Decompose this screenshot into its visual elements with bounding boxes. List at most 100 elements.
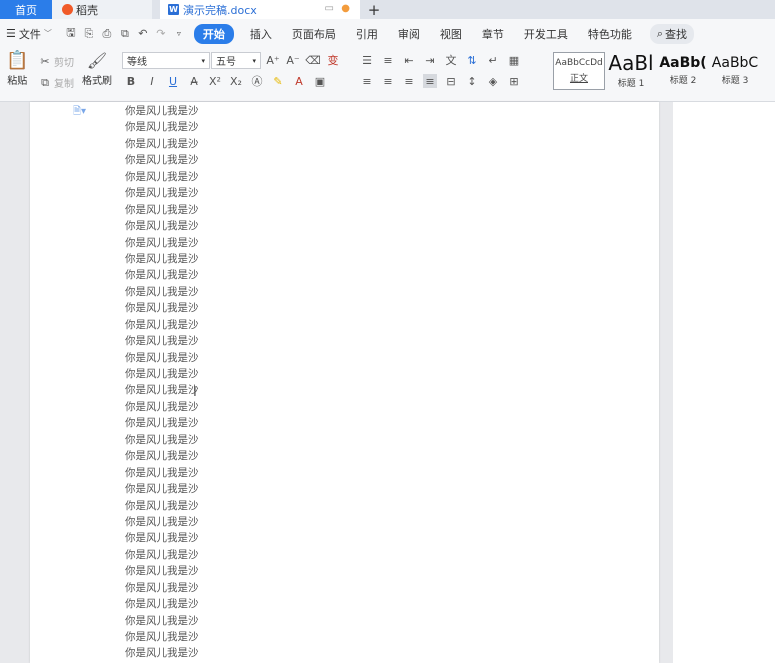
menu-item-page-layout[interactable]: 页面布局 xyxy=(282,26,346,42)
align-right-icon[interactable]: ≡ xyxy=(402,74,416,88)
highlight-icon[interactable]: ✎ xyxy=(271,74,285,88)
menu-item-view[interactable]: 视图 xyxy=(430,26,472,42)
paste-icon: 📋 xyxy=(6,50,29,71)
grow-font-icon[interactable]: A⁺ xyxy=(266,53,280,67)
bullet-list-icon[interactable]: ☰ xyxy=(360,53,374,67)
new-tab-button[interactable]: + xyxy=(360,0,388,19)
style-label: 正文 xyxy=(569,73,588,84)
print-preview-icon[interactable]: ⧉ xyxy=(118,27,132,41)
paste-button[interactable]: 📋 粘贴 xyxy=(6,50,29,88)
document-text[interactable]: 你是风儿我是沙 你是风儿我是沙 你是风儿我是沙 你是风儿我是沙 你是风儿我是沙 你是风儿我… xyxy=(125,103,199,662)
char-border-icon[interactable]: ▣ xyxy=(313,74,327,88)
document-line: 你是风儿我是沙 xyxy=(125,565,199,578)
decrease-indent-icon[interactable]: ⇤ xyxy=(402,53,416,67)
tab-document[interactable]: W 演示完稿.docx ▭ ● xyxy=(160,0,360,19)
italic-icon[interactable]: I xyxy=(145,74,159,88)
style-label: 标题 3 xyxy=(721,76,749,86)
style-label: 标题 2 xyxy=(669,76,697,86)
print-icon[interactable]: ⎙ xyxy=(100,27,114,41)
style-normal[interactable]: AaBbCcDd 正文 xyxy=(553,52,605,90)
align-left-icon[interactable]: ≡ xyxy=(360,74,374,88)
font-color-icon[interactable]: A xyxy=(292,74,306,88)
clear-format-icon[interactable]: ⌫ xyxy=(305,53,321,67)
document-line: 你是风儿我是沙 xyxy=(125,302,199,315)
screen-icon[interactable]: ▭ xyxy=(325,3,334,14)
bold-icon[interactable]: B xyxy=(124,74,138,88)
menu-item-features[interactable]: 特色功能 xyxy=(578,26,642,42)
menu-item-review[interactable]: 审阅 xyxy=(388,26,430,42)
file-menu[interactable]: ☰ 文件 ﹀ xyxy=(6,26,52,42)
phonetic-icon[interactable]: 变 xyxy=(326,53,340,67)
cut-label: 剪切 xyxy=(54,58,74,69)
document-line: 你是风儿我是沙 xyxy=(125,121,199,134)
font-name-value: 等线 xyxy=(127,57,147,68)
menu-item-insert[interactable]: 插入 xyxy=(240,26,282,42)
align-justify-icon[interactable]: ≡ xyxy=(423,74,437,88)
undo-icon[interactable]: ↶ xyxy=(136,27,150,41)
menu-item-developer[interactable]: 开发工具 xyxy=(514,26,578,42)
output-pdf-icon[interactable]: ⎘ xyxy=(82,27,96,41)
document-line: 你是风儿我是沙 xyxy=(125,269,199,282)
style-heading-1[interactable]: AaBl 标题 1 xyxy=(605,52,657,90)
increase-indent-icon[interactable]: ⇥ xyxy=(423,53,437,67)
paste-label: 粘贴 xyxy=(7,76,28,87)
menu-item-section[interactable]: 章节 xyxy=(472,26,514,42)
superscript-icon[interactable]: X² xyxy=(208,74,222,88)
numbered-list-icon[interactable]: ≡ xyxy=(381,53,395,67)
menu-item-references[interactable]: 引用 xyxy=(346,26,388,42)
menu-item-start[interactable]: 开始 xyxy=(193,23,234,44)
style-preview: AaBbC xyxy=(711,55,759,71)
strikethrough-icon[interactable]: A̶ xyxy=(187,74,201,88)
word-doc-icon: W xyxy=(168,4,179,15)
tab-daoke[interactable]: 稻壳 xyxy=(52,0,152,19)
style-heading-3[interactable]: AaBbC 标题 3 xyxy=(709,52,761,90)
paragraph-layout-icon[interactable]: 🗎▾ xyxy=(73,104,86,121)
tab-bar: 首页 稻壳 W 演示完稿.docx ▭ ● + xyxy=(0,0,775,19)
shading-icon[interactable]: ◈ xyxy=(486,74,500,88)
document-line: 你是风儿我是沙 xyxy=(125,433,199,446)
font-size-value: 五号 xyxy=(216,57,236,68)
font-name-select[interactable]: 等线 ▾ xyxy=(122,52,210,69)
search-icon: ⌕ xyxy=(656,26,664,40)
document-line: 你是风儿我是沙 xyxy=(125,203,199,216)
document-line: 你是风儿我是沙 xyxy=(125,581,199,594)
font-size-select[interactable]: 五号 ▾ xyxy=(211,52,261,69)
tab-home[interactable]: 首页 xyxy=(0,0,52,19)
distributed-icon[interactable]: ⊟ xyxy=(444,74,458,88)
document-page[interactable]: 🗎▾ 你是风儿我是沙 你是风儿我是沙 你是风儿我是沙 你是风儿我是沙 你是风儿我是沙 你是… xyxy=(30,102,659,663)
document-line: 你是风儿我是沙 xyxy=(125,335,199,348)
document-workspace: 🗎▾ 你是风儿我是沙 你是风儿我是沙 你是风儿我是沙 你是风儿我是沙 你是风儿我是沙 你是… xyxy=(0,102,775,663)
search-button[interactable]: ⌕ 查找 xyxy=(649,23,695,44)
menu-bar: ☰ 文件 ﹀ 🖫 ⎘ ⎙ ⧉ ↶ ↷ ▿ 开始 插入 页面布局 引用 审阅 视图… xyxy=(0,19,775,48)
chinese-layout-icon[interactable]: 文 xyxy=(444,53,458,67)
document-line: 你是风儿我是沙 xyxy=(125,318,199,331)
shrink-font-icon[interactable]: A⁻ xyxy=(286,53,300,67)
align-center-icon[interactable]: ≡ xyxy=(381,74,395,88)
tab-document-label: 演示完稿.docx xyxy=(183,3,257,17)
unsaved-dot-icon: ● xyxy=(341,3,350,14)
customize-icon[interactable]: ▿ xyxy=(172,27,186,41)
text-cursor-icon: I xyxy=(193,385,197,400)
document-line: 你是风儿我是沙 xyxy=(125,236,199,249)
copy-button[interactable]: ⧉ 复制 xyxy=(38,75,74,91)
cut-button[interactable]: ✂ 剪切 xyxy=(38,54,74,69)
document-line: 你是风儿我是沙 xyxy=(125,483,199,496)
styles-gallery: AaBbCcDd 正文 AaBl 标题 1 AaBb( 标题 2 AaBbC 标… xyxy=(553,52,768,90)
document-line: 你是风儿我是沙 xyxy=(125,548,199,561)
redo-icon[interactable]: ↷ xyxy=(154,27,168,41)
text-effect-icon[interactable]: Ⓐ xyxy=(250,74,264,88)
document-line: 你是风儿我是沙 xyxy=(125,515,199,528)
subscript-icon[interactable]: X₂ xyxy=(229,74,243,88)
tab-daoke-label: 稻壳 xyxy=(76,3,98,17)
table-icon[interactable]: ▦ xyxy=(507,53,521,67)
borders-icon[interactable]: ⊞ xyxy=(507,74,521,88)
document-line: 你是风儿我是沙 xyxy=(125,450,199,463)
line-spacing-icon[interactable]: ↕ xyxy=(465,74,479,88)
underline-icon[interactable]: U xyxy=(166,74,180,88)
style-heading-2[interactable]: AaBb( 标题 2 xyxy=(657,52,709,90)
sort-icon[interactable]: ⇅ xyxy=(465,53,479,67)
format-painter-button[interactable]: 🖌 格式刷 xyxy=(82,51,112,87)
document-line: 你是风儿我是沙 xyxy=(125,368,199,380)
save-icon[interactable]: 🖫 xyxy=(64,26,78,41)
show-marks-icon[interactable]: ↵ xyxy=(486,53,500,67)
